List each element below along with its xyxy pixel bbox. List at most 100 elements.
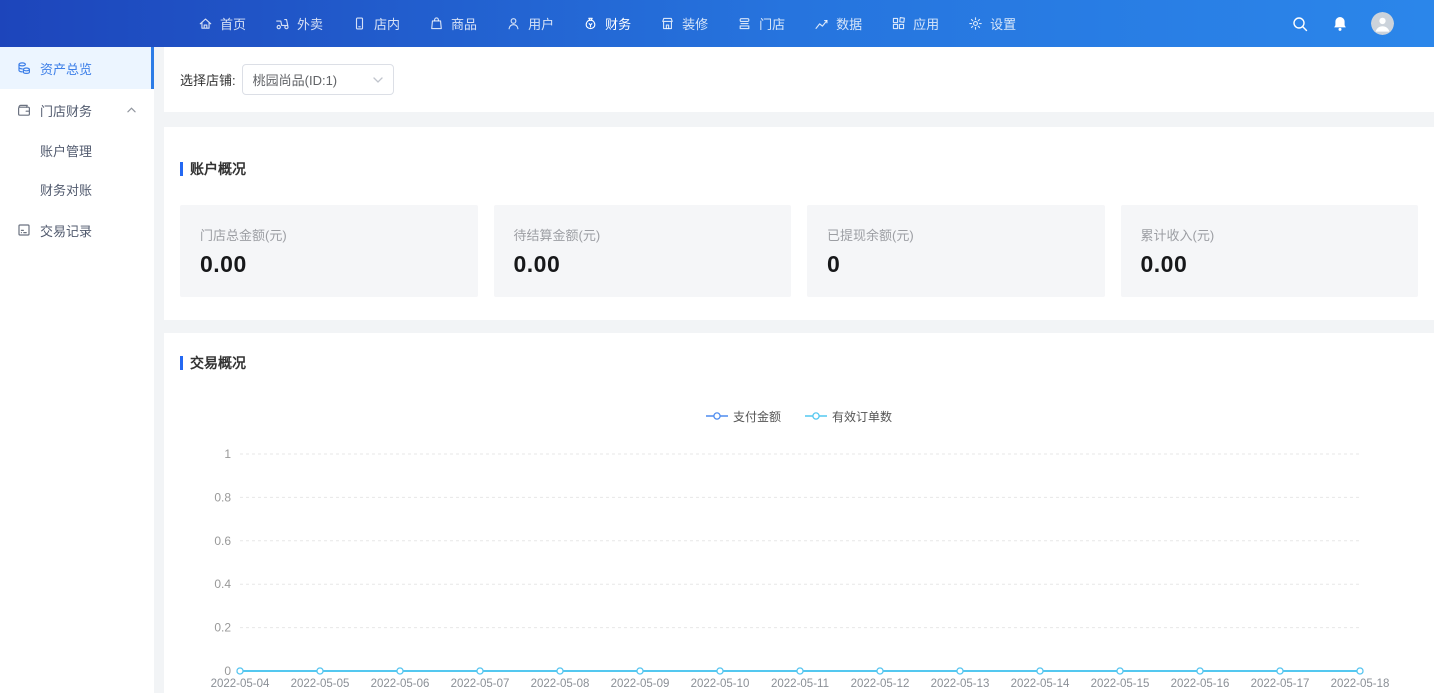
svg-text:0: 0 (224, 664, 231, 678)
finance-icon (583, 16, 598, 31)
sidebar-item-label: 财务对账 (40, 180, 92, 199)
data-icon (814, 16, 829, 31)
chevron-up-icon[interactable] (127, 107, 136, 113)
svg-text:2022-05-15: 2022-05-15 (1091, 678, 1150, 690)
nav-item-应用[interactable]: 应用 (891, 14, 939, 33)
top-navbar: 首页 外卖 店内 商品 用户 财务 装修 门店 数据 应用 设置 (0, 0, 1434, 47)
home-icon (198, 16, 213, 31)
transaction-overview-panel: 交易概况 支付金额 有效订单数 00.20.40.60.812022-05-04… (164, 333, 1434, 693)
legend-item-支付金额[interactable]: 支付金额 (706, 408, 781, 425)
nav-item-店内[interactable]: 店内 (352, 14, 400, 33)
account-overview-panel: 账户概况 门店总金额(元) 0.00 待结算金额(元) 0.00 已提现余额(元)0累计… (164, 127, 1434, 320)
apps-icon (891, 16, 906, 31)
nav-item-设置[interactable]: 设置 (968, 14, 1016, 33)
sidebar-item-交易记录[interactable]: 交易记录 (0, 209, 154, 251)
nav-item-label: 店内 (374, 14, 400, 33)
stat-card: 已提现余额(元)0 (807, 205, 1105, 297)
record-icon (16, 222, 32, 238)
store-select-label: 选择店铺: (180, 70, 236, 89)
svg-text:2022-05-07: 2022-05-07 (451, 678, 510, 690)
nav-item-label: 门店 (759, 14, 785, 33)
stat-card-value: 0.00 (1141, 251, 1399, 278)
nav-toolbar (1291, 12, 1434, 35)
main-nav: 首页 外卖 店内 商品 用户 财务 装修 门店 数据 应用 设置 (198, 14, 1045, 33)
title-accent-bar (180, 356, 183, 370)
svg-text:2022-05-09: 2022-05-09 (611, 678, 670, 690)
stat-card-value: 0.00 (200, 251, 458, 278)
trend-line-chart: 00.20.40.60.812022-05-042022-05-052022-0… (164, 431, 1434, 693)
transaction-overview-title: 交易概况 (164, 353, 1434, 373)
chart-legend: 支付金额 有效订单数 (164, 409, 1434, 423)
sidebar-item-财务对账[interactable]: 财务对账 (0, 170, 154, 209)
stat-card-label: 待结算金额(元) (514, 225, 772, 244)
svg-text:2022-05-06: 2022-05-06 (371, 678, 430, 690)
stat-card-label: 门店总金额(元) (200, 225, 458, 244)
svg-text:1: 1 (224, 447, 231, 461)
user-icon (506, 16, 521, 31)
nav-item-label: 首页 (220, 14, 246, 33)
nav-item-label: 装修 (682, 14, 708, 33)
svg-text:0.4: 0.4 (214, 577, 231, 591)
legend-label: 支付金额 (733, 408, 781, 425)
account-overview-title: 账户概况 (180, 159, 1418, 179)
avatar[interactable] (1371, 12, 1394, 35)
svg-text:0.2: 0.2 (214, 621, 231, 635)
legend-marker-icon (706, 412, 728, 420)
chevron-down-icon (373, 77, 383, 83)
nav-item-财务[interactable]: 财务 (583, 14, 631, 33)
sidebar-item-label: 账户管理 (40, 141, 92, 160)
svg-text:2022-05-08: 2022-05-08 (531, 678, 590, 690)
svg-text:2022-05-16: 2022-05-16 (1171, 678, 1230, 690)
nav-item-label: 数据 (836, 14, 862, 33)
legend-item-有效订单数[interactable]: 有效订单数 (805, 408, 892, 425)
svg-text:0.6: 0.6 (214, 534, 231, 548)
title-accent-bar (180, 162, 183, 176)
store-icon (737, 16, 752, 31)
sidebar-item-资产总览[interactable]: 资产总览 (0, 47, 154, 89)
stat-cards: 门店总金额(元) 0.00 待结算金额(元) 0.00 已提现余额(元)0累计收入(元)… (180, 205, 1418, 297)
series-有效订单数 (237, 668, 1363, 674)
bell-icon[interactable] (1331, 15, 1349, 33)
sidebar-item-账户管理[interactable]: 账户管理 (0, 131, 154, 170)
store-filter-panel: 选择店铺: 桃园尚品(ID:1) (164, 47, 1434, 112)
svg-text:2022-05-13: 2022-05-13 (931, 678, 990, 690)
svg-text:2022-05-17: 2022-05-17 (1251, 678, 1310, 690)
store-select[interactable]: 桃园尚品(ID:1) (242, 64, 394, 95)
nav-item-label: 设置 (990, 14, 1016, 33)
main-content: 选择店铺: 桃园尚品(ID:1) 账户概况 门店总金额(元) 0.00 待结算金额(… (164, 47, 1434, 693)
nav-item-门店[interactable]: 门店 (737, 14, 785, 33)
nav-item-数据[interactable]: 数据 (814, 14, 862, 33)
x-axis: 2022-05-04 2022-05-05 2022-05-06 2022-05-07… (211, 678, 1390, 690)
nav-item-用户[interactable]: 用户 (506, 14, 554, 33)
stat-card-value: 0.00 (514, 251, 772, 278)
stat-card: 累计收入(元)0.00 (1121, 205, 1419, 297)
svg-text:2022-05-05: 2022-05-05 (291, 678, 350, 690)
svg-text:2022-05-10: 2022-05-10 (691, 678, 750, 690)
nav-item-label: 用户 (528, 14, 554, 33)
nav-item-label: 商品 (451, 14, 477, 33)
y-axis: 00.20.40.60.81 (214, 447, 1360, 678)
legend-marker-icon (805, 412, 827, 420)
sidebar-item-label: 资产总览 (40, 59, 92, 78)
store-select-value: 桃园尚品(ID:1) (253, 70, 373, 89)
nav-item-首页[interactable]: 首页 (198, 14, 246, 33)
nav-item-外卖[interactable]: 外卖 (275, 14, 323, 33)
stat-card: 门店总金额(元) 0.00 (180, 205, 478, 297)
sidebar-item-label: 交易记录 (40, 221, 92, 240)
settings-icon (968, 16, 983, 31)
sidebar: 资产总览门店财务账户管理财务对账交易记录 (0, 47, 154, 693)
svg-text:2022-05-18: 2022-05-18 (1331, 678, 1390, 690)
svg-text:2022-05-11: 2022-05-11 (771, 678, 829, 690)
assets-icon (16, 60, 32, 76)
nav-item-商品[interactable]: 商品 (429, 14, 477, 33)
stat-card-value: 0 (827, 251, 1085, 278)
nav-item-label: 财务 (605, 14, 631, 33)
instore-icon (352, 16, 367, 31)
nav-item-装修[interactable]: 装修 (660, 14, 708, 33)
goods-icon (429, 16, 444, 31)
search-icon[interactable] (1291, 15, 1309, 33)
svg-text:2022-05-04: 2022-05-04 (211, 678, 270, 690)
svg-text:2022-05-12: 2022-05-12 (851, 678, 910, 690)
sidebar-item-label: 门店财务 (40, 101, 92, 120)
sidebar-item-门店财务[interactable]: 门店财务 (0, 89, 154, 131)
